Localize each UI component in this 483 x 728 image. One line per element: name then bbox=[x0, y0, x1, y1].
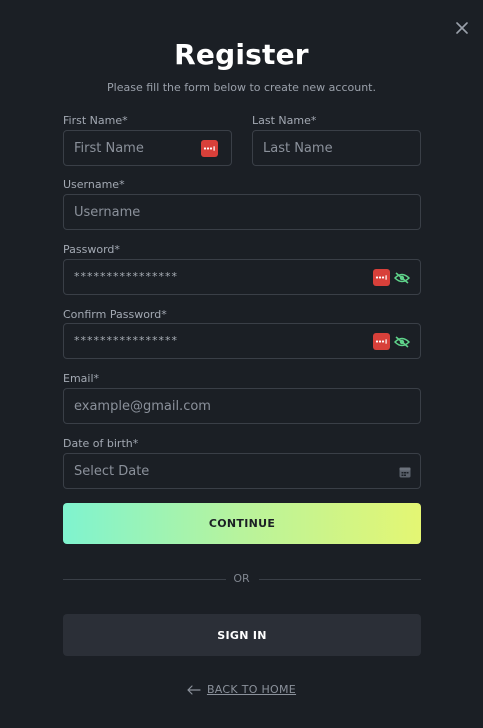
dob-field[interactable] bbox=[63, 453, 421, 489]
divider-right bbox=[259, 579, 421, 580]
password-field[interactable]: **************** bbox=[63, 259, 421, 295]
page-subtitle: Please fill the form below to create new… bbox=[107, 81, 376, 94]
back-to-home-link[interactable]: BACK TO HOME bbox=[0, 683, 483, 696]
eye-icon[interactable] bbox=[394, 336, 410, 348]
confirm-password-value: **************** bbox=[74, 334, 178, 347]
password-manager-icon[interactable] bbox=[373, 333, 390, 350]
first-name-field[interactable] bbox=[63, 130, 232, 166]
password-label: Password* bbox=[63, 243, 120, 256]
username-field[interactable] bbox=[63, 194, 421, 230]
password-manager-icon[interactable] bbox=[373, 269, 390, 286]
sign-in-button[interactable]: SIGN IN bbox=[63, 614, 421, 656]
password-value: **************** bbox=[74, 270, 178, 283]
email-input[interactable] bbox=[74, 389, 360, 423]
dob-input[interactable] bbox=[74, 454, 360, 488]
continue-button[interactable]: CONTINUE bbox=[63, 503, 421, 544]
first-name-label: First Name* bbox=[63, 114, 128, 127]
username-input[interactable] bbox=[74, 195, 360, 229]
back-to-home-label: BACK TO HOME bbox=[206, 683, 297, 696]
close-button[interactable] bbox=[451, 17, 473, 39]
eye-icon[interactable] bbox=[394, 272, 410, 284]
password-manager-icon[interactable] bbox=[201, 140, 218, 157]
register-modal: Register Please fill the form below to c… bbox=[0, 0, 483, 728]
dob-label: Date of birth* bbox=[63, 437, 139, 450]
calendar-icon[interactable] bbox=[399, 466, 411, 478]
last-name-input[interactable] bbox=[263, 131, 410, 165]
last-name-label: Last Name* bbox=[252, 114, 317, 127]
last-name-field[interactable] bbox=[252, 130, 421, 166]
close-icon bbox=[456, 22, 468, 34]
first-name-input[interactable] bbox=[74, 131, 171, 165]
email-field[interactable] bbox=[63, 388, 421, 424]
arrow-left-icon bbox=[187, 684, 201, 695]
confirm-password-field[interactable]: **************** bbox=[63, 323, 421, 359]
confirm-password-label: Confirm Password* bbox=[63, 308, 167, 321]
username-label: Username* bbox=[63, 178, 125, 191]
page-title: Register bbox=[174, 38, 309, 71]
email-label: Email* bbox=[63, 372, 100, 385]
